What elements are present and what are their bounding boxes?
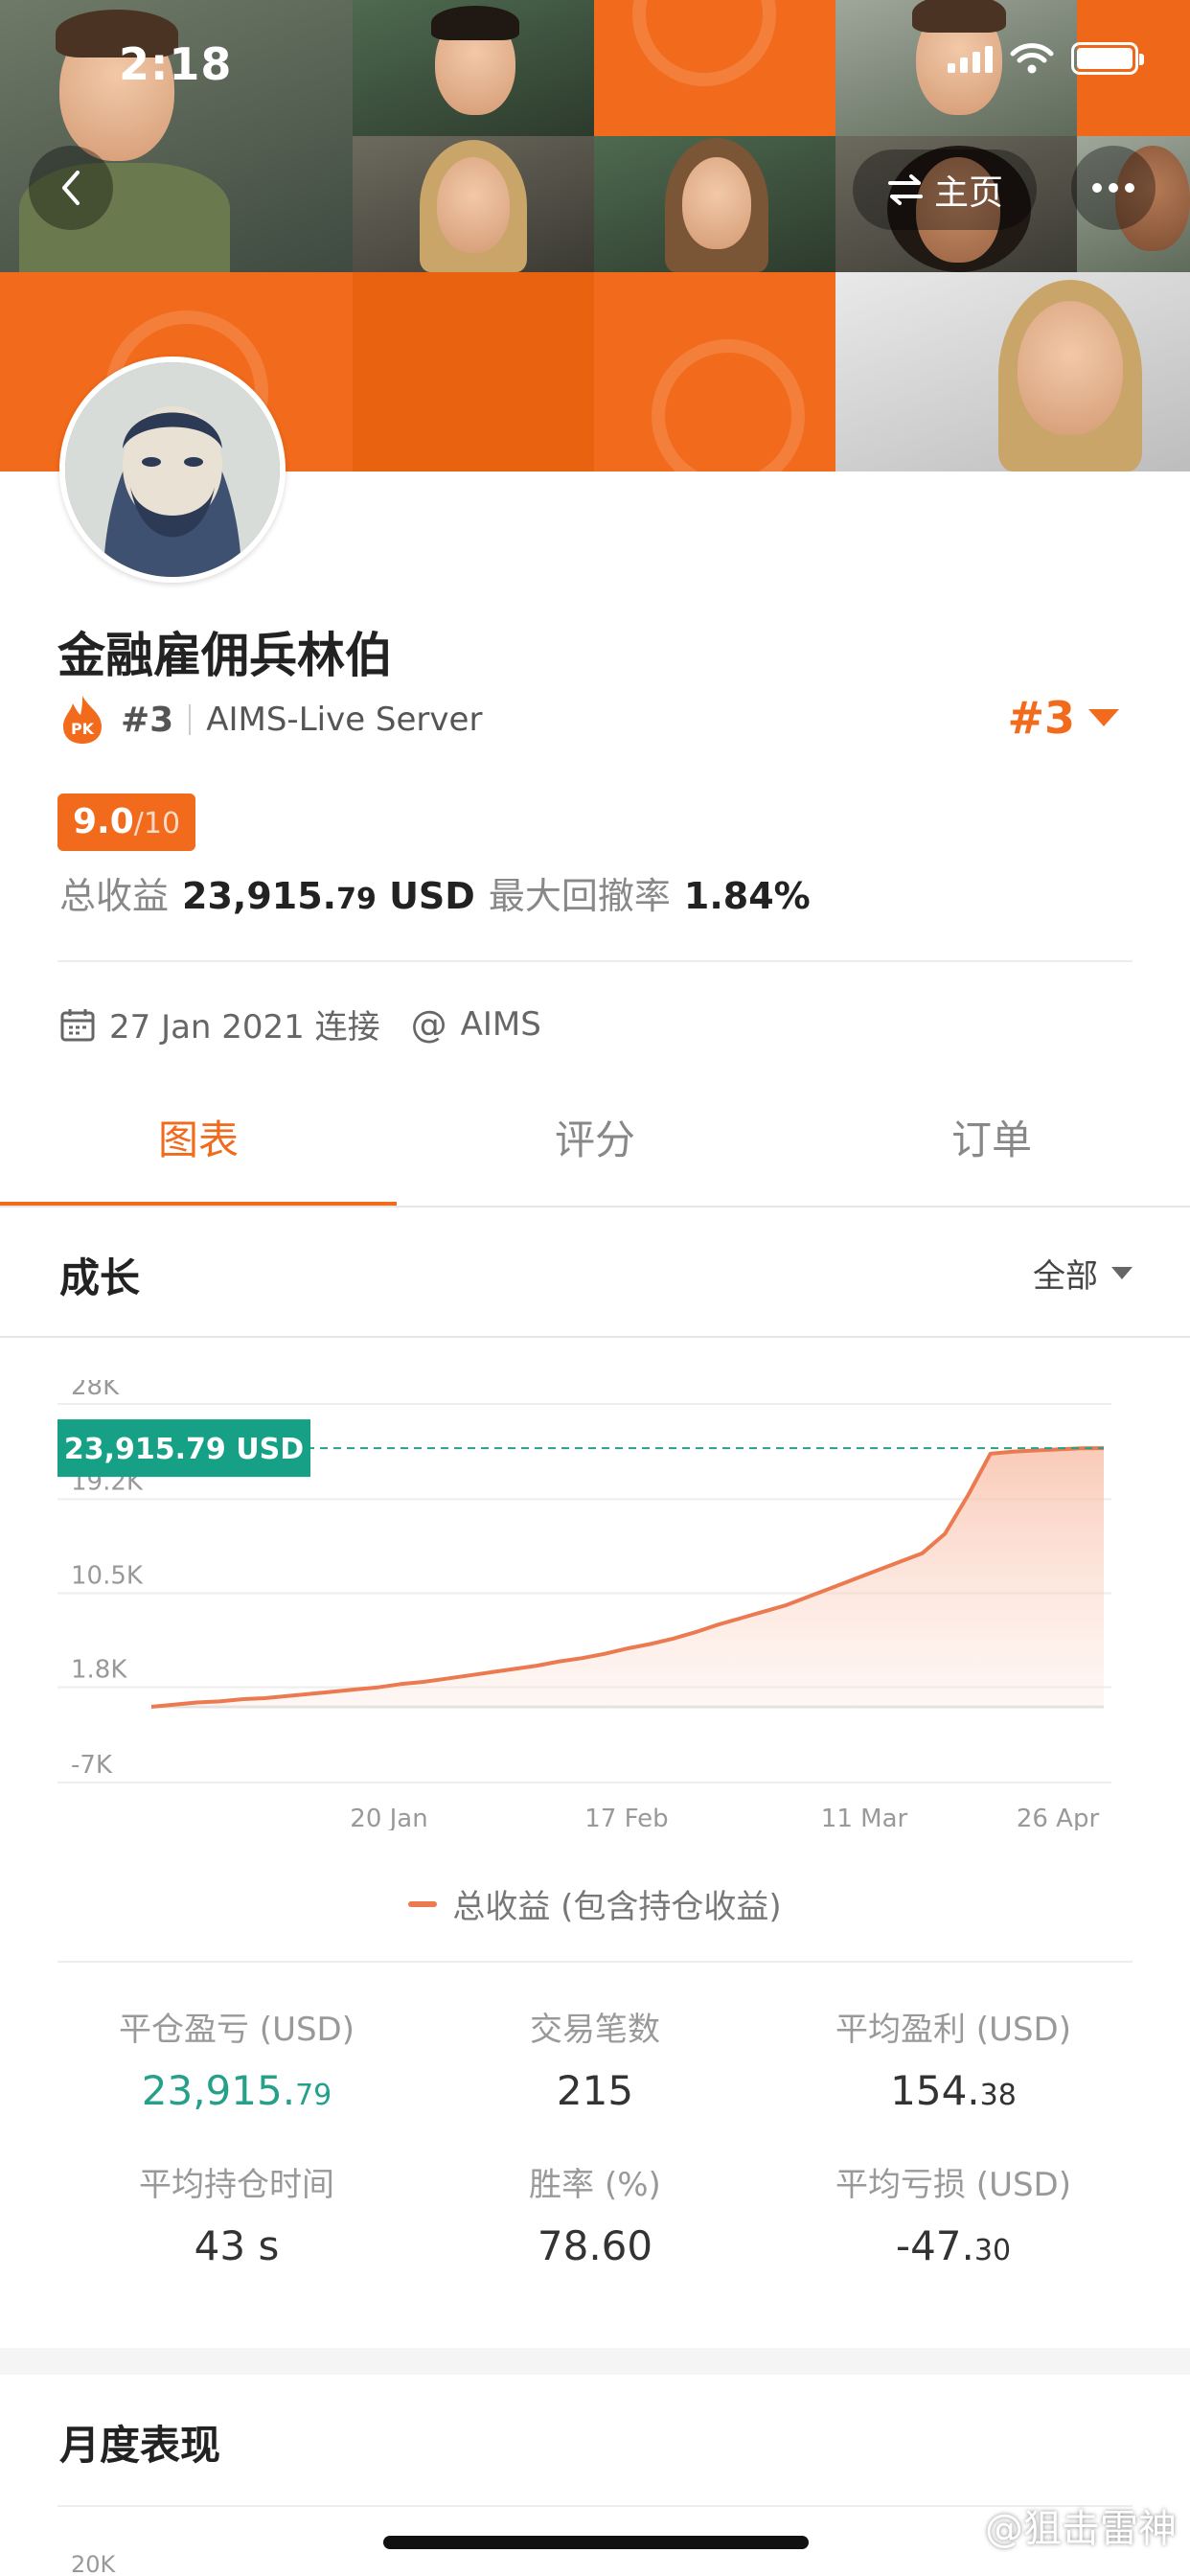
x-tick-label: 26 Apr (1017, 1805, 1100, 1830)
pk-label: PK (71, 720, 95, 738)
tab-chart[interactable]: 图表 (0, 1066, 397, 1208)
x-tick-label: 11 Mar (821, 1805, 908, 1830)
stat-value: 215 (556, 2067, 634, 2114)
server-name: AIMS-Live Server (206, 701, 483, 739)
rank-number: #3 (121, 700, 174, 740)
pk-flame-icon: PK (63, 696, 102, 744)
x-tick-label: 17 Feb (584, 1805, 668, 1830)
rank-dropdown-label: #3 (1007, 692, 1075, 744)
cover-photo-2 (353, 0, 594, 136)
stat-avg-loss: 平均亏损 (USD) -47.30 (774, 2158, 1133, 2269)
growth-section-header: 成长 全部 (0, 1208, 1190, 1338)
section-spacer (0, 2348, 1190, 2375)
divider (57, 1961, 1133, 1963)
drawdown-value: 1.84% (683, 875, 811, 917)
page: 2:18 主页 金融雇佣兵林伯 PK #3 AIMS-Live Server #… (0, 0, 1190, 2576)
back-button[interactable] (29, 146, 113, 230)
avatar-portrait (65, 362, 280, 577)
monthly-y-tick: 20K (71, 2551, 116, 2576)
connected-date: 27 Jan 2021 连接 (109, 1008, 380, 1046)
profit-summary: 总收益 23,915.79 USD 最大回撤率 1.84% (59, 866, 811, 919)
weibo-icon (947, 2513, 981, 2540)
status-time: 2:18 (119, 38, 233, 90)
stat-label: 平仓盈亏 (USD) (119, 2011, 355, 2049)
signal-icon (948, 44, 993, 73)
more-dot (1092, 183, 1102, 193)
period-filter-label: 全部 (1033, 1257, 1098, 1296)
home-button-label: 主页 (933, 173, 1003, 213)
x-tick-label: 20 Jan (350, 1805, 427, 1830)
section-title: 成长 (59, 1254, 141, 1301)
y-tick-label: 1.8K (71, 1656, 127, 1685)
y-tick-label: 28K (71, 1380, 120, 1401)
stat-avg-profit: 平均盈利 (USD) 154.38 (774, 2003, 1133, 2114)
growth-chart[interactable]: 28K19.2K10.5K1.8K-7K20 Jan 17 Feb 11 Mar 26… (57, 1380, 1131, 1830)
connection-info: 27 Jan 2021 连接 @ AIMS (59, 1000, 541, 1047)
status-icons (948, 42, 1144, 75)
stat-value: 78.60 (537, 2222, 653, 2269)
stat-label: 胜率 (%) (529, 2166, 661, 2204)
cover-pattern-1 (594, 0, 835, 136)
calendar-icon (60, 1008, 95, 1041)
stat-label: 平均亏损 (USD) (835, 2166, 1071, 2204)
home-button[interactable]: 主页 (853, 150, 1037, 230)
rank-dropdown[interactable]: #3 (1007, 692, 1119, 744)
stat-avg-hold-time: 平均持仓时间 43 s (57, 2158, 416, 2269)
more-dot (1125, 183, 1134, 193)
tab-rating[interactable]: 评分 (397, 1066, 793, 1208)
stat-value: 154.38 (890, 2067, 1017, 2114)
caret-down-icon (1088, 709, 1119, 726)
score-badge: 9.0 /10 (57, 794, 196, 851)
more-button[interactable] (1071, 146, 1156, 230)
divider (189, 704, 192, 735)
legend-label: 总收益 (包含持仓收益) (452, 1888, 782, 1926)
stat-value: -47.30 (895, 2222, 1012, 2269)
score-max: /10 (133, 807, 181, 840)
watermark-text: @狙击雷神 (985, 2507, 1177, 2551)
current-value-label: 23,915.79 USD (64, 1433, 304, 1466)
stat-value: 43 s (194, 2222, 280, 2269)
stat-trade-count: 交易笔数 215 (416, 2003, 774, 2114)
series-area (151, 1448, 1104, 1707)
stat-label: 平均持仓时间 (139, 2166, 334, 2204)
rank-row: PK #3 AIMS-Live Server (59, 694, 482, 746)
cover-photo-5 (594, 136, 835, 272)
score-value: 9.0 (73, 802, 134, 841)
home-indicator[interactable] (383, 2536, 809, 2549)
more-dot (1109, 183, 1118, 193)
monthly-title: 月度表现 (59, 2422, 221, 2469)
chevron-left-icon (62, 171, 80, 205)
battery-icon (1071, 42, 1144, 75)
wifi-icon (1010, 43, 1054, 74)
cover-photo-4 (353, 136, 594, 272)
stat-label: 平均盈利 (USD) (835, 2011, 1071, 2049)
stats-grid: 平仓盈亏 (USD) 23,915.79 交易笔数 215 平均盈利 (USD)… (57, 2003, 1133, 2269)
swap-icon (887, 174, 923, 205)
tab-orders[interactable]: 订单 (793, 1066, 1190, 1208)
cover-photo-8 (835, 272, 1190, 472)
divider (57, 960, 1133, 962)
caret-down-icon (1111, 1267, 1133, 1279)
stat-closed-pnl: 平仓盈亏 (USD) 23,915.79 (57, 2003, 416, 2114)
stat-label: 交易笔数 (530, 2011, 660, 2049)
cover-pattern-4 (353, 272, 594, 472)
stat-win-rate: 胜率 (%) 78.60 (416, 2158, 774, 2269)
period-filter[interactable]: 全部 (1033, 1250, 1133, 1297)
broker-name: AIMS (460, 1004, 541, 1044)
watermark: @狙击雷神 (947, 2497, 1177, 2553)
stat-value: 23,915.79 (141, 2067, 332, 2114)
tab-bar: 图表 评分 订单 (0, 1066, 1190, 1208)
drawdown-label: 最大回撤率 (488, 875, 671, 917)
avatar[interactable] (59, 356, 286, 583)
y-tick-label: -7K (71, 1751, 113, 1780)
trader-name: 金融雇佣兵林伯 (57, 628, 393, 683)
cover-pattern-5 (594, 272, 835, 472)
total-profit-label: 总收益 (59, 875, 170, 917)
chart-legend: 总收益 (包含持仓收益) (0, 1880, 1190, 1927)
at-icon: @ (410, 1002, 447, 1046)
legend-swatch (408, 1900, 438, 1907)
y-tick-label: 10.5K (71, 1562, 144, 1591)
total-profit-value: 23,915.79 USD (182, 875, 475, 917)
